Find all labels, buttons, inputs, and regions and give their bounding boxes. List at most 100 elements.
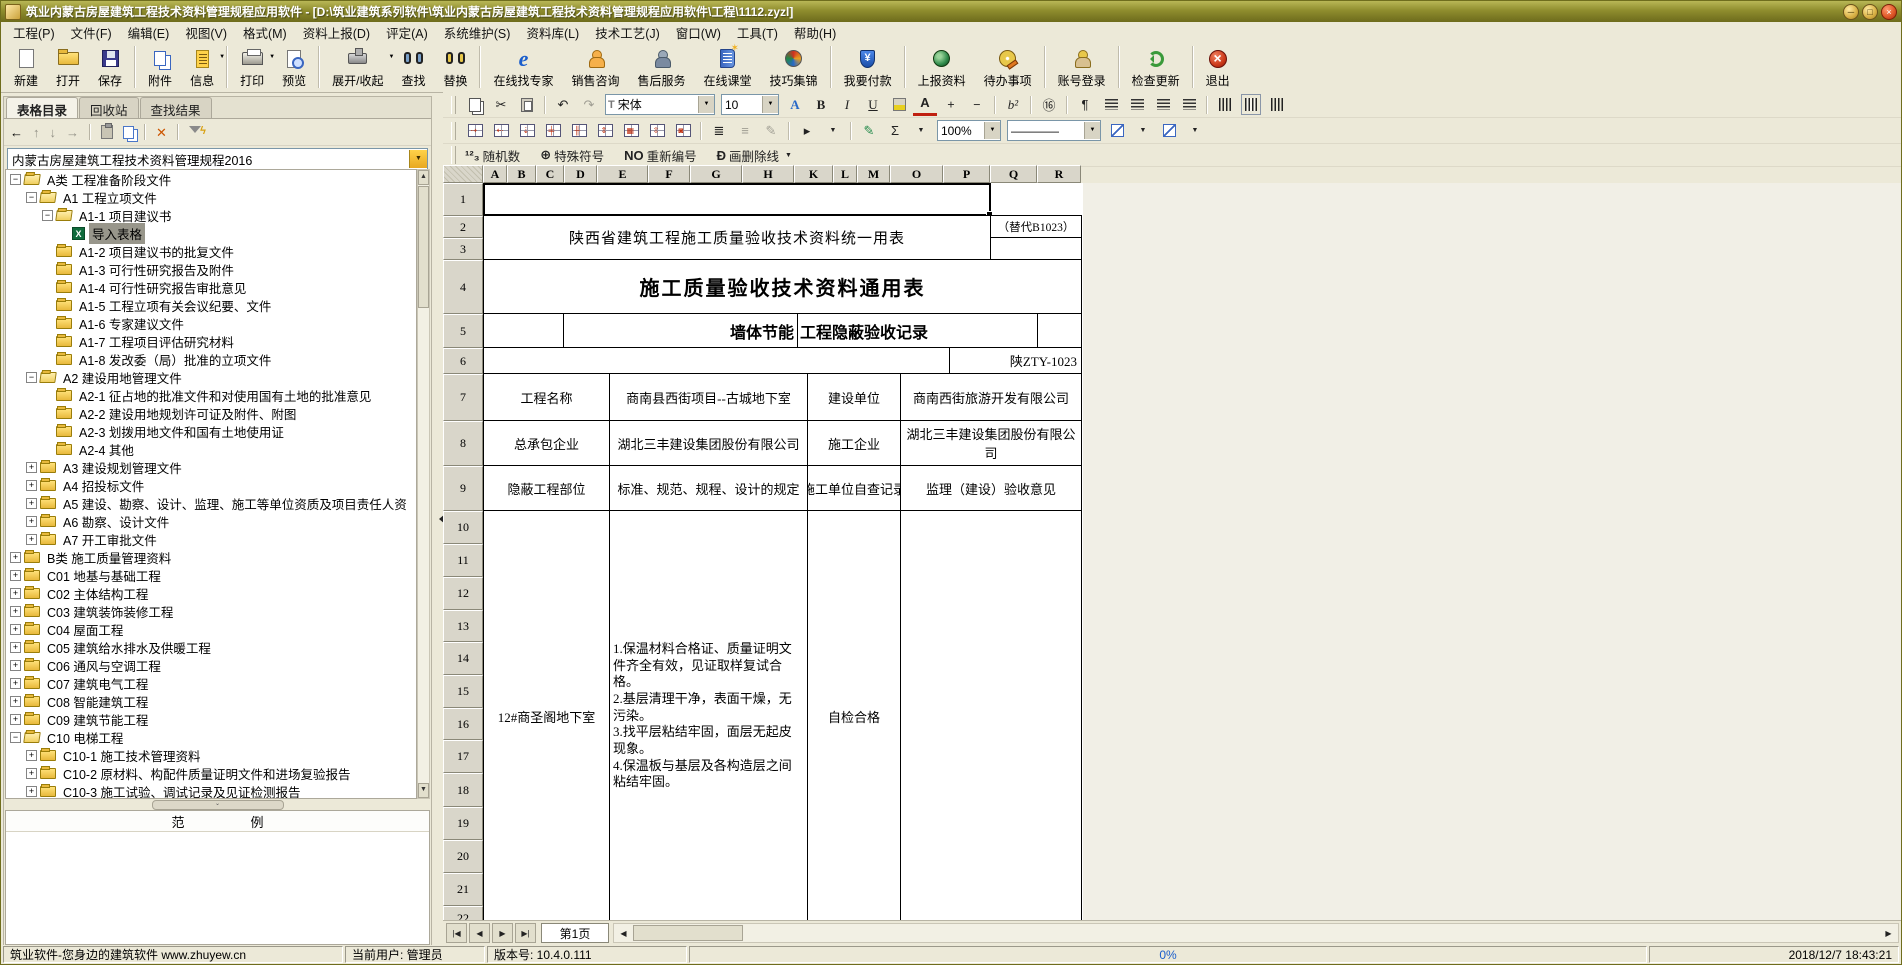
row-header-21[interactable]: 21 <box>443 873 483 906</box>
align-center-icon[interactable] <box>1125 95 1149 115</box>
line-style-combo[interactable]: ————▼ <box>1007 120 1101 141</box>
combo-dropdown-icon[interactable]: ▼ <box>698 96 714 113</box>
undo-icon[interactable]: ↶ <box>551 95 575 115</box>
tree-item[interactable]: −A类 工程准备阶段文件 <box>6 170 416 188</box>
collapse-icon[interactable]: − <box>26 192 37 203</box>
decrease-font-icon[interactable]: − <box>965 95 989 115</box>
tree-item[interactable]: +C10-1 施工技术管理资料 <box>6 746 416 764</box>
supervisor-opinion-label-cell[interactable]: 监理（建设）验收意见 <box>900 465 1082 511</box>
classroom-button[interactable]: 在线课堂 <box>695 42 761 92</box>
body-check-items-cell[interactable]: 1.保温材料合格证、质量证明文件齐全有效，见证取样复试合格。 2.基层清理干净，… <box>609 510 808 921</box>
column-header-R[interactable]: R <box>1037 165 1081 183</box>
expand-icon[interactable]: + <box>10 588 21 599</box>
dropdown-arrow-icon[interactable]: ▼ <box>1131 121 1155 141</box>
project-name-label-cell[interactable]: 工程名称 <box>483 373 610 421</box>
row-height-icon[interactable]: ⇳ <box>645 121 669 141</box>
tree-item[interactable]: +C05 建筑给水排水及供暖工程 <box>6 638 416 656</box>
scroll-up-icon[interactable]: ▲ <box>418 170 429 185</box>
attachment-button[interactable]: 附件 <box>139 42 181 92</box>
row-header-11[interactable]: 11 <box>443 544 483 577</box>
menu-item-11[interactable]: 窗口(W) <box>668 21 729 44</box>
重新编号-button[interactable]: NO重新编号 <box>622 145 699 165</box>
tree-item[interactable]: A1-5 工程立项有关会议纪要、文件 <box>6 296 416 314</box>
horizontal-scrollbar[interactable]: ◀ ▶ <box>613 923 1899 943</box>
tree-item[interactable]: A2-1 征占地的批准文件和对使用国有土地的批准意见 <box>6 386 416 404</box>
body-self-check-cell[interactable]: 自检合格 <box>807 510 901 921</box>
hidden-part-label-cell[interactable]: 隐蔽工程部位 <box>483 465 610 511</box>
expand-icon[interactable]: + <box>26 480 37 491</box>
expand-icon[interactable]: + <box>10 714 21 725</box>
tree-item[interactable]: +C07 建筑电气工程 <box>6 674 416 692</box>
standard-label-cell[interactable]: 标准、规范、规程、设计的规定 <box>609 465 808 511</box>
expand-icon[interactable]: + <box>10 642 21 653</box>
split-cells-icon[interactable]: ╪ <box>541 121 565 141</box>
contractor-value-cell[interactable]: 湖北三丰建设集团股份有限公司 <box>609 420 808 466</box>
lock-cell-icon[interactable]: ◙ <box>671 121 695 141</box>
login-button[interactable]: 账号登录 <box>1049 42 1115 92</box>
tree-item[interactable]: +A6 勘察、设计文件 <box>6 512 416 530</box>
cut-icon[interactable]: ✂ <box>489 95 513 115</box>
prev-page-button[interactable]: ◀ <box>469 923 490 943</box>
merge-cells-icon[interactable]: ╫ <box>567 121 591 141</box>
menu-item-7[interactable]: 评定(A) <box>378 21 436 44</box>
hscroll-thumb[interactable] <box>633 925 743 941</box>
expand-icon[interactable]: + <box>10 552 21 563</box>
row-header-13[interactable]: 13 <box>443 610 483 642</box>
column-header-M[interactable]: M <box>857 165 890 183</box>
column-header-O[interactable]: O <box>890 165 943 183</box>
italic-button[interactable]: I <box>835 95 859 115</box>
line-space-add-icon[interactable]: ≣ <box>707 121 731 141</box>
subtitle-left-cell[interactable]: 墙体节能 <box>563 313 799 348</box>
dropdown-arrow-icon[interactable]: ▼ <box>1183 121 1207 141</box>
subtitle-end-cell[interactable] <box>1037 313 1082 348</box>
first-page-button[interactable]: |◀ <box>446 923 467 943</box>
menu-item-3[interactable]: 编辑(E) <box>120 21 178 44</box>
row-header-22[interactable]: 22 <box>443 906 483 921</box>
tree-item[interactable]: A2-3 划拨用地文件和国有土地使用证 <box>6 422 416 440</box>
tab-查找结果[interactable]: 查找结果 <box>140 97 212 118</box>
collapse-icon[interactable]: − <box>10 174 21 185</box>
row-header-6[interactable]: 6 <box>443 348 483 374</box>
expand-icon[interactable]: + <box>10 570 21 581</box>
paste-table-icon[interactable] <box>101 125 113 139</box>
filter-icon[interactable] <box>189 126 202 138</box>
circled-number-icon[interactable]: ⑯ <box>1037 95 1061 115</box>
tree-item[interactable]: +A4 招投标文件 <box>6 476 416 494</box>
copy-table-icon[interactable] <box>123 126 134 139</box>
dropdown-arrow-icon[interactable]: ▼ <box>219 54 225 60</box>
tips-button[interactable]: 技巧集锦 <box>761 42 827 92</box>
vertical-splitter[interactable] <box>432 96 443 947</box>
page-tab[interactable]: 第1页 <box>541 923 609 943</box>
vertical-text-right-icon[interactable] <box>1265 95 1289 115</box>
menu-item-13[interactable]: 帮助(H) <box>786 21 844 44</box>
tree-item[interactable]: +C01 地基与基础工程 <box>6 566 416 584</box>
tree-item[interactable]: +C10-3 施工试验、调试记录及见证检测报告 <box>6 782 416 799</box>
back-arrow-icon[interactable]: ← <box>10 126 23 139</box>
tree-item[interactable]: −A2 建设用地管理文件 <box>6 368 416 386</box>
toolbar-grip[interactable] <box>451 122 456 140</box>
toolbar-grip[interactable] <box>451 146 456 164</box>
随机数-button[interactable]: ¹²₃随机数 <box>463 145 522 165</box>
build-unit-label-cell[interactable]: 建设单位 <box>807 373 901 421</box>
sum-icon[interactable]: Σ <box>883 121 907 141</box>
combo-dropdown-icon[interactable]: ▼ <box>409 150 427 168</box>
expand-icon[interactable]: + <box>10 624 21 635</box>
collapse-icon[interactable]: − <box>26 372 37 383</box>
row-header-2[interactable]: 2 <box>443 216 483 238</box>
info-button[interactable]: 信息▼ <box>181 42 223 92</box>
combo-dropdown-icon[interactable]: ▼ <box>762 96 778 113</box>
open-folder-button[interactable]: 打开 <box>47 42 89 92</box>
column-header-F[interactable]: F <box>648 165 690 183</box>
tree-item[interactable]: +B类 施工质量管理资料 <box>6 548 416 566</box>
row-header-14[interactable]: 14 <box>443 642 483 675</box>
expert-button[interactable]: 在线找专家 <box>484 42 562 92</box>
split-table-icon[interactable]: ⇕ <box>593 121 617 141</box>
body-location-cell[interactable]: 12#商圣阁地下室 <box>483 510 610 921</box>
contractor-label-cell[interactable]: 总承包企业 <box>483 420 610 466</box>
up-arrow-icon[interactable]: ↑ <box>33 126 40 139</box>
column-header-P[interactable]: P <box>943 165 990 183</box>
support-button[interactable]: 售后服务 <box>629 42 695 92</box>
menu-item-5[interactable]: 格式(M) <box>235 21 295 44</box>
tree-item[interactable]: −A1 工程立项文件 <box>6 188 416 206</box>
replace-button[interactable]: 替换 <box>434 42 476 92</box>
